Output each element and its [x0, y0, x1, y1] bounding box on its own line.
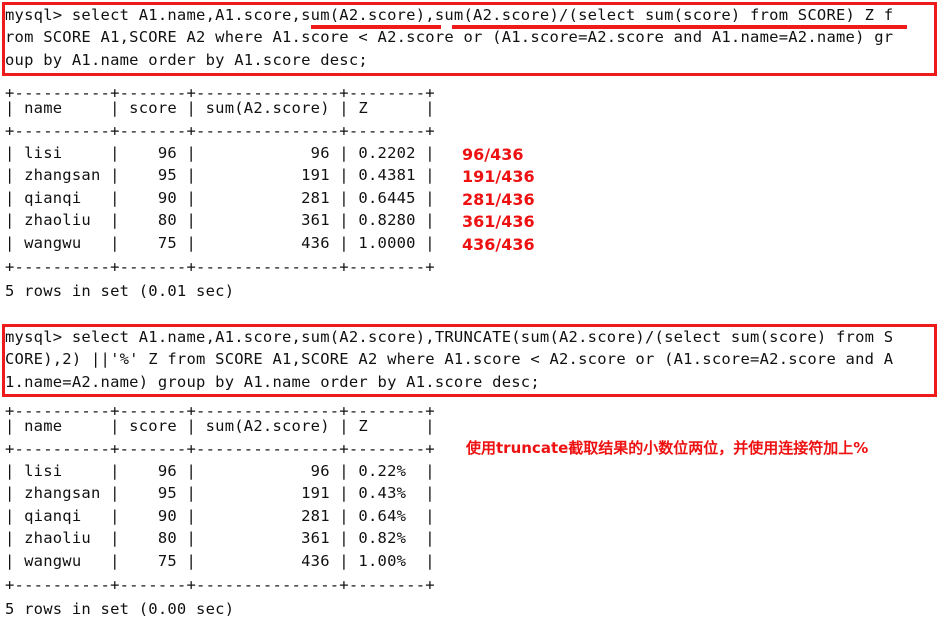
annotation-truncate-note: 使用truncate截取结果的小数位两位，并使用连接符加上%	[466, 439, 869, 457]
underline-sum-expression	[311, 25, 441, 29]
result-1-status: 5 rows in set (0.01 sec)	[5, 282, 235, 300]
result-1-border-bottom: +----------+-------+---------------+----…	[5, 258, 435, 276]
result-1-row-1: | lisi | 96 | 96 | 0.2202 |	[5, 144, 435, 162]
annotation-fraction-1: 96/436	[462, 145, 524, 164]
result-2-row-1: | lisi | 96 | 96 | 0.22% |	[5, 462, 435, 480]
annotation-fraction-5: 436/436	[462, 234, 535, 254]
result-2-status: 5 rows in set (0.00 sec)	[5, 600, 235, 618]
result-1-row-4: | zhaoliu | 80 | 361 | 0.8280 |	[5, 211, 435, 230]
query-2-line-3: 1.name=A2.name) group by A1.name order b…	[5, 372, 540, 391]
result-2-border-bottom: +----------+-------+---------------+----…	[5, 576, 435, 594]
underline-ratio-expression	[452, 25, 907, 29]
result-2-row-2: | zhangsan | 95 | 191 | 0.43% |	[5, 484, 435, 503]
result-2-row-5: | wangwu | 75 | 436 | 1.00% |	[5, 551, 435, 570]
result-2-header-row: | name | score | sum(A2.score) | Z |	[5, 417, 435, 435]
result-2-row-3: | qianqi | 90 | 281 | 0.64% |	[5, 506, 435, 525]
result-2-row-4: | zhaoliu | 80 | 361 | 0.82% |	[5, 529, 435, 548]
result-1-row-3: | qianqi | 90 | 281 | 0.6445 |	[5, 188, 435, 207]
mysql-terminal-screenshot: mysql> select A1.name,A1.score,sum(A2.sc…	[0, 0, 941, 639]
query-1-line-1: mysql> select A1.name,A1.score,sum(A2.sc…	[5, 6, 894, 24]
result-1-border-header: +----------+-------+---------------+----…	[5, 122, 435, 140]
result-2-border-header: +----------+-------+---------------+----…	[5, 440, 435, 458]
result-1-row-2: | zhangsan | 95 | 191 | 0.4381 |	[5, 166, 435, 185]
query-1-line-3: oup by A1.name order by A1.score desc;	[5, 50, 368, 69]
result-1-row-5: | wangwu | 75 | 436 | 1.0000 |	[5, 233, 435, 252]
query-2-line-1: mysql> select A1.name,A1.score,sum(A2.sc…	[5, 328, 894, 346]
annotation-fraction-3: 281/436	[462, 189, 535, 209]
result-1-header-row: | name | score | sum(A2.score) | Z |	[5, 99, 435, 117]
annotation-fraction-2: 191/436	[462, 167, 535, 187]
query-2-line-2: CORE),2) ||'%' Z from SCORE A1,SCORE A2 …	[5, 350, 894, 369]
annotation-fraction-4: 361/436	[462, 212, 535, 232]
query-1-line-2: rom SCORE A1,SCORE A2 where A1.score < A…	[5, 28, 894, 47]
